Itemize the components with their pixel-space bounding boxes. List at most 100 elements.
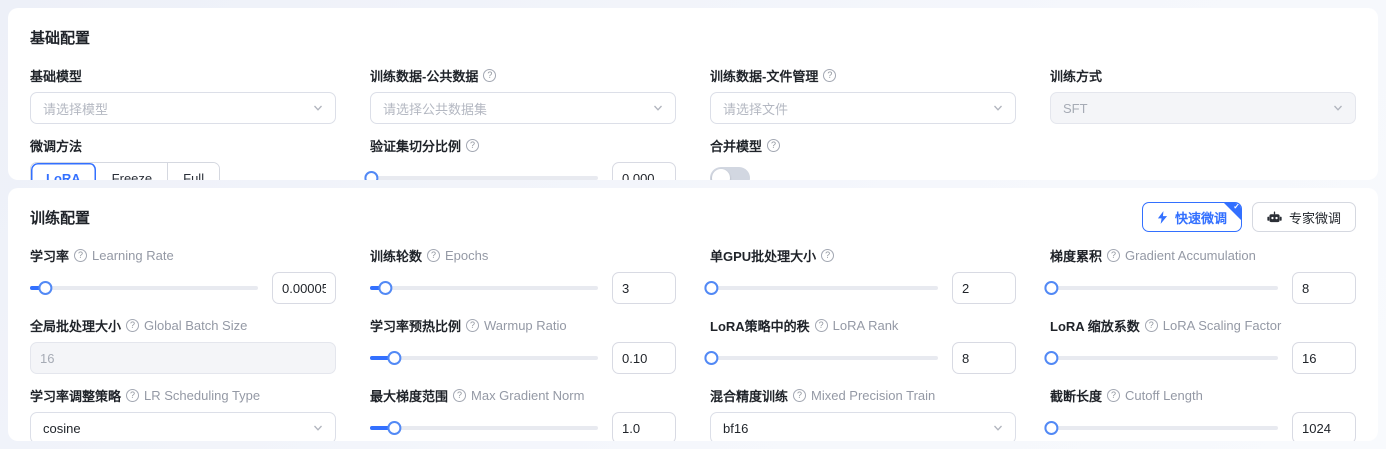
lora-rank-slider[interactable]	[710, 342, 938, 374]
val-split-input[interactable]	[612, 162, 676, 180]
radio-full[interactable]: Full	[168, 163, 219, 180]
field-label: 学习率	[30, 246, 69, 265]
slider-rail	[370, 286, 598, 290]
slider-handle[interactable]	[387, 421, 401, 435]
field-lr-scheduler: 学习率调整策略 ? LR Scheduling Type cosine	[30, 386, 336, 441]
radio-freeze[interactable]: Freeze	[97, 163, 168, 180]
slider-handle[interactable]	[1044, 281, 1058, 295]
field-learning-rate: 学习率 ? Learning Rate	[30, 246, 336, 304]
slider-rail	[370, 356, 598, 360]
learning-rate-slider[interactable]	[30, 272, 258, 304]
basic-row-1: 基础模型 请选择模型 训练数据-公共数据 ? 请选择公共数据集 训练数据-文件管…	[30, 66, 1356, 124]
lora-scaling-slider[interactable]	[1050, 342, 1278, 374]
max-gradient-norm-slider[interactable]	[370, 412, 598, 441]
mixed-precision-select[interactable]: bf16	[710, 412, 1016, 441]
robot-icon	[1267, 211, 1282, 224]
slider-handle[interactable]	[1044, 351, 1058, 365]
chevron-down-icon	[313, 103, 323, 113]
field-lora-rank: LoRA策略中的秩 ? LoRA Rank	[710, 316, 1016, 374]
basic-config-card: 基础配置 基础模型 请选择模型 训练数据-公共数据 ? 请选择公共数据集 训练	[8, 8, 1378, 180]
warmup-ratio-slider[interactable]	[370, 342, 598, 374]
file-select[interactable]: 请选择文件	[710, 92, 1016, 124]
slider-handle[interactable]	[704, 351, 718, 365]
help-icon[interactable]: ?	[466, 319, 479, 332]
chevron-down-icon	[313, 423, 323, 433]
field-global-batch-size: 全局批处理大小 ? Global Batch Size	[30, 316, 336, 374]
field-cutoff-length: 截断长度 ? Cutoff Length	[1050, 386, 1356, 441]
field-label: 训练数据-文件管理	[710, 66, 818, 85]
check-icon: ✓	[1233, 202, 1240, 211]
gradient-accumulation-input[interactable]	[1292, 272, 1356, 304]
gpu-batch-size-slider[interactable]	[710, 272, 938, 304]
epochs-slider[interactable]	[370, 272, 598, 304]
field-lora-scaling: LoRA 缩放系数 ? LoRA Scaling Factor	[1050, 316, 1356, 374]
max-gradient-norm-input[interactable]	[612, 412, 676, 441]
chevron-down-icon	[993, 423, 1003, 433]
slider-rail	[30, 286, 258, 290]
help-icon[interactable]: ?	[1107, 389, 1120, 402]
field-label: 训练数据-公共数据	[370, 66, 478, 85]
base-model-select[interactable]: 请选择模型	[30, 92, 336, 124]
lora-scaling-input[interactable]	[1292, 342, 1356, 374]
learning-rate-input[interactable]	[272, 272, 336, 304]
training-config-card: 训练配置 快速微调 ✓ 专家微调 学习率 ? Learning Rate	[8, 188, 1378, 441]
basic-config-header: 基础配置	[30, 22, 1356, 52]
expert-finetune-button[interactable]: 专家微调	[1252, 202, 1356, 232]
help-icon[interactable]: ?	[1145, 319, 1158, 332]
field-max-gradient-norm: 最大梯度范围 ? Max Gradient Norm	[370, 386, 676, 441]
help-icon[interactable]: ?	[427, 249, 440, 262]
slider-rail	[1050, 286, 1278, 290]
cutoff-length-input[interactable]	[1292, 412, 1356, 441]
epochs-input[interactable]	[612, 272, 676, 304]
field-label-en: Global Batch Size	[144, 318, 247, 333]
field-base-model: 基础模型 请选择模型	[30, 66, 336, 124]
help-icon[interactable]: ?	[126, 389, 139, 402]
quick-finetune-button[interactable]: 快速微调 ✓	[1142, 202, 1242, 232]
slider-handle[interactable]	[1044, 421, 1058, 435]
slider-rail	[710, 356, 938, 360]
slider-handle[interactable]	[364, 171, 378, 180]
gradient-accumulation-slider[interactable]	[1050, 272, 1278, 304]
slider-handle[interactable]	[38, 281, 52, 295]
field-label-en: Gradient Accumulation	[1125, 248, 1256, 263]
help-icon[interactable]: ?	[793, 389, 806, 402]
field-merge-model: 合并模型 ?	[710, 136, 1016, 180]
field-epochs: 训练轮数 ? Epochs	[370, 246, 676, 304]
training-row-2: 全局批处理大小 ? Global Batch Size 学习率预热比例 ? Wa…	[30, 316, 1356, 374]
field-label-en: LoRA Rank	[833, 318, 899, 333]
slider-handle[interactable]	[387, 351, 401, 365]
field-label-en: Warmup Ratio	[484, 318, 567, 333]
cutoff-length-slider[interactable]	[1050, 412, 1278, 441]
field-label: 微调方法	[30, 136, 82, 155]
training-row-1: 学习率 ? Learning Rate 训练轮数 ? Epochs	[30, 246, 1356, 304]
training-row-3: 学习率调整策略 ? LR Scheduling Type cosine 最大梯度…	[30, 386, 1356, 441]
help-icon[interactable]: ?	[453, 389, 466, 402]
lora-rank-input[interactable]	[952, 342, 1016, 374]
basic-config-title: 基础配置	[30, 27, 90, 48]
gpu-batch-size-input[interactable]	[952, 272, 1016, 304]
lightning-icon	[1157, 211, 1168, 224]
slider-handle[interactable]	[378, 281, 392, 295]
help-icon[interactable]: ?	[815, 319, 828, 332]
help-icon[interactable]: ?	[126, 319, 139, 332]
help-icon[interactable]: ?	[483, 69, 496, 82]
slider-rail	[370, 426, 598, 430]
slider-rail	[710, 286, 938, 290]
help-icon[interactable]: ?	[823, 69, 836, 82]
field-label: 基础模型	[30, 66, 82, 85]
val-split-slider[interactable]	[370, 162, 598, 180]
lr-scheduler-select[interactable]: cosine	[30, 412, 336, 441]
slider-rail	[1050, 426, 1278, 430]
warmup-ratio-input[interactable]	[612, 342, 676, 374]
help-icon[interactable]: ?	[821, 249, 834, 262]
slider-handle[interactable]	[704, 281, 718, 295]
help-icon[interactable]: ?	[767, 139, 780, 152]
merge-model-switch[interactable]	[710, 167, 750, 180]
field-gpu-batch-size: 单GPU批处理大小 ?	[710, 246, 1016, 304]
radio-lora[interactable]: LoRA	[31, 163, 97, 180]
field-label: 梯度累积	[1050, 246, 1102, 265]
public-dataset-select[interactable]: 请选择公共数据集	[370, 92, 676, 124]
help-icon[interactable]: ?	[74, 249, 87, 262]
help-icon[interactable]: ?	[1107, 249, 1120, 262]
help-icon[interactable]: ?	[466, 139, 479, 152]
